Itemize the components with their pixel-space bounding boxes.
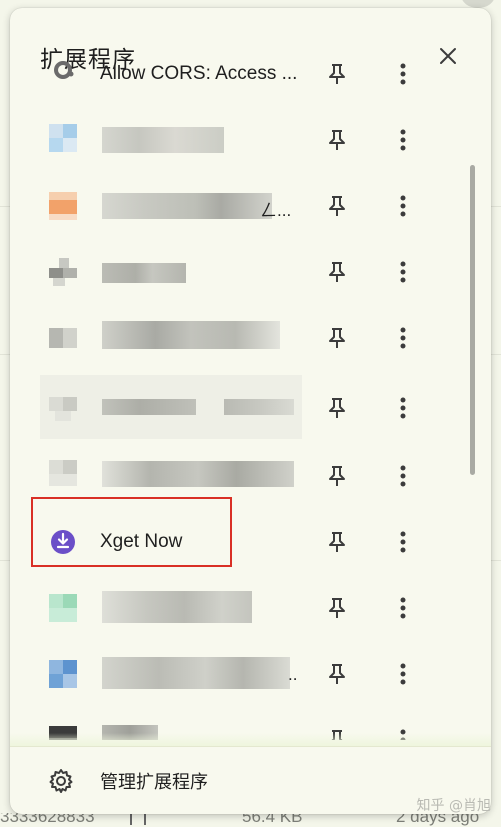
extension-name-blurred [102,193,272,219]
extension-row[interactable] [10,107,470,173]
background-footer: 3333628833 56.4 KB 2 days ago [0,813,501,827]
extension-name-blurred [102,321,280,349]
more-options-button[interactable] [388,656,418,692]
gear-icon [48,768,76,796]
pin-button[interactable] [322,60,352,92]
more-vert-icon [400,327,406,349]
extension-name-blurred [102,399,196,415]
pin-button[interactable] [322,188,352,224]
pin-button[interactable] [322,656,352,692]
more-vert-icon [400,397,406,419]
extension-name-trailing: ㄥ... [260,200,292,220]
extension-row[interactable]: .. [10,639,470,705]
extension-name: Xget Now [100,531,183,552]
pin-icon [329,262,345,282]
footer-divider [10,746,491,747]
pin-button[interactable] [322,590,352,626]
extension-icon-blurred [49,258,77,286]
scrollbar-thumb[interactable] [470,165,475,475]
pin-icon [329,664,345,684]
extension-row[interactable]: ㄥ... [10,173,470,239]
pin-icon [329,598,345,618]
footer-shadow [10,733,491,747]
extension-icon-blurred [49,460,77,488]
extension-row[interactable]: Allow CORS: Access ... [10,60,470,107]
more-vert-icon [400,597,406,619]
pin-icon [329,398,345,418]
extension-icon-blurred [49,192,77,220]
more-options-button[interactable] [388,188,418,224]
extension-name-blurred [102,461,294,487]
pin-button[interactable] [322,320,352,356]
pin-button[interactable] [322,122,352,158]
extensions-list: Allow CORS: Access ... ㄥ... Xget Now .. [10,60,470,740]
extension-icon-blurred [49,395,77,423]
background-file-name: 3333628833 [0,813,95,826]
manage-extensions-label: 管理扩展程序 [100,772,208,793]
extension-icon-blurred [49,124,77,152]
extension-icon-blurred [49,594,77,622]
extension-name-trailing: .. [288,665,298,684]
more-vert-icon [400,129,406,151]
watermark: 知乎 @肖旭 [416,798,491,814]
pin-button[interactable] [322,254,352,290]
file-icon [130,813,146,825]
pin-button[interactable] [322,458,352,494]
background-file-time: 2 days ago [396,813,480,826]
extension-row[interactable] [10,305,470,371]
pin-button[interactable] [322,390,352,426]
extension-icon-blurred [49,660,77,688]
scrollbar[interactable] [468,70,478,740]
more-vert-icon [400,63,406,85]
extension-row[interactable] [10,239,470,305]
more-vert-icon [400,531,406,553]
background-file-size: 56.4 KB [242,813,303,826]
extension-row-xget-now[interactable]: Xget Now [10,507,470,573]
more-vert-icon [400,663,406,685]
background-avatar [461,0,495,8]
more-vert-icon [400,261,406,283]
extensions-popup: 扩展程序 Allow CORS: Access ... ㄥ... Xget No… [10,8,491,814]
extension-name-blurred [102,591,252,623]
extension-name-blurred [224,399,294,415]
extension-row[interactable] [10,573,470,639]
extension-name-blurred [102,127,224,153]
extension-row[interactable] [10,371,470,439]
more-options-button[interactable] [388,60,418,92]
more-options-button[interactable] [388,524,418,560]
cors-icon [49,60,77,88]
extension-name-blurred [102,657,290,689]
more-options-button[interactable] [388,458,418,494]
more-options-button[interactable] [388,254,418,290]
pin-icon [329,64,345,84]
more-options-button[interactable] [388,390,418,426]
extension-row[interactable] [10,437,470,503]
pin-icon [329,466,345,486]
pin-icon [329,196,345,216]
pin-button[interactable] [322,524,352,560]
more-vert-icon [400,195,406,217]
pin-icon [329,130,345,150]
extension-name-blurred [102,263,186,283]
xget-download-icon [49,528,77,556]
more-options-button[interactable] [388,590,418,626]
pin-icon [329,532,345,552]
pin-icon [329,328,345,348]
extension-icon-blurred [49,324,77,352]
more-options-button[interactable] [388,122,418,158]
extension-name: Allow CORS: Access ... [100,63,298,84]
more-vert-icon [400,465,406,487]
more-options-button[interactable] [388,320,418,356]
